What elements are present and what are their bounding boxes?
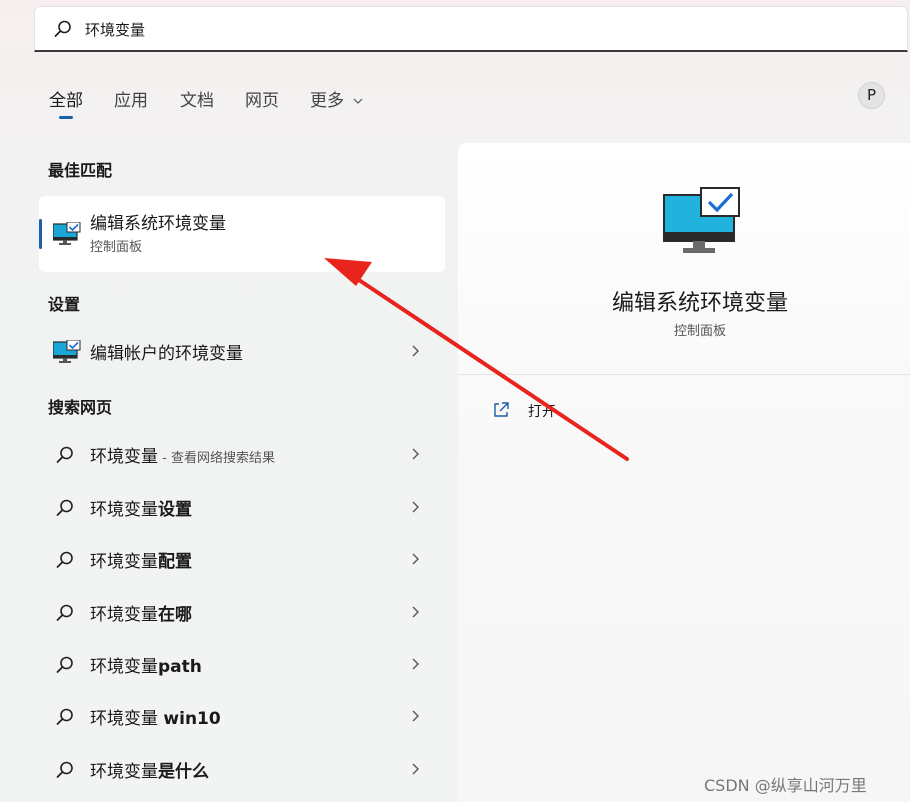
tab-documents[interactable]: 文档 (180, 86, 214, 112)
user-avatar[interactable]: P (858, 82, 885, 109)
chevron-right-icon (412, 345, 419, 357)
best-match-heading: 最佳匹配 (48, 161, 113, 180)
best-match-title: 编辑系统环境变量 (90, 214, 226, 234)
search-icon (56, 551, 73, 568)
open-action-label: 打开 (528, 404, 556, 420)
system-environment-large-icon (663, 187, 740, 253)
preview-title: 编辑系统环境变量 (611, 291, 788, 316)
selection-indicator (39, 219, 42, 249)
search-icon (56, 499, 73, 516)
tab-more[interactable]: 更多 (310, 86, 363, 112)
search-box[interactable] (34, 6, 908, 52)
web-result-bold: 是什么 (158, 762, 209, 782)
tab-all[interactable]: 全部 (49, 86, 83, 112)
preview-panel: 编辑系统环境变量 控制面板 打开 (458, 143, 910, 802)
web-result-bold: win10 (163, 709, 221, 729)
search-icon (56, 656, 73, 673)
web-result-base: 环境变量 (90, 657, 158, 677)
web-result-label: 环境变量配置 (90, 547, 192, 572)
tab-web[interactable]: 网页 (245, 86, 279, 112)
preview-subtitle: 控制面板 (673, 324, 726, 339)
web-result-hint: - 查看网络搜索结果 (158, 451, 275, 466)
chevron-right-icon (412, 710, 419, 722)
settings-item-account-env[interactable]: 编辑帐户的环境变量 (39, 328, 445, 374)
chevron-right-icon (412, 501, 419, 513)
web-result-base: 环境变量 (90, 762, 158, 782)
web-result-base: 环境变量 (90, 447, 158, 467)
tab-active-indicator (59, 116, 73, 119)
chevron-right-icon (412, 448, 419, 460)
search-icon (56, 604, 73, 621)
web-result-item[interactable]: 环境变量path (39, 641, 445, 687)
web-result-label: 环境变量在哪 (90, 600, 192, 625)
best-match-subtitle: 控制面板 (90, 240, 143, 255)
web-result-item[interactable]: 环境变量是什么 (39, 746, 445, 792)
web-result-label: 环境变量设置 (90, 495, 192, 520)
account-environment-icon (53, 340, 81, 363)
web-result-bold: 在哪 (158, 605, 192, 625)
web-result-bold: path (158, 657, 202, 677)
best-match-card[interactable]: 编辑系统环境变量 控制面板 (39, 196, 445, 272)
web-result-label: 环境变量 win10 (90, 704, 221, 729)
web-result-label: 环境变量 - 查看网络搜索结果 (90, 442, 275, 467)
search-input[interactable] (85, 15, 785, 43)
web-result-label: 环境变量path (90, 652, 202, 677)
web-result-bold: 设置 (158, 500, 192, 520)
tab-apps[interactable]: 应用 (114, 86, 148, 112)
watermark: CSDN @纵享山河万里 (704, 776, 867, 795)
search-icon (56, 761, 73, 778)
search-icon (54, 20, 71, 37)
chevron-right-icon (412, 553, 419, 565)
web-result-item[interactable]: 环境变量在哪 (39, 589, 445, 635)
chevron-down-icon (353, 98, 363, 104)
search-icon (56, 446, 73, 463)
web-result-item[interactable]: 环境变量设置 (39, 484, 445, 530)
chevron-right-icon (412, 606, 419, 618)
tab-more-label: 更多 (310, 91, 344, 111)
web-result-base: 环境变量 (90, 552, 158, 572)
settings-item-label: 编辑帐户的环境变量 (90, 344, 243, 364)
web-result-label: 环境变量是什么 (90, 757, 209, 782)
settings-heading: 设置 (48, 295, 81, 314)
web-result-item[interactable]: 环境变量配置 (39, 536, 445, 582)
web-result-base: 环境变量 (90, 709, 164, 729)
web-result-bold: 配置 (158, 552, 192, 572)
preview-divider (458, 374, 910, 375)
web-result-base: 环境变量 (90, 500, 158, 520)
web-search-heading: 搜索网页 (48, 398, 113, 417)
web-result-item[interactable]: 环境变量 - 查看网络搜索结果 (39, 431, 445, 477)
chevron-right-icon (412, 763, 419, 775)
open-external-icon (494, 402, 509, 417)
system-environment-icon (53, 222, 81, 245)
web-result-base: 环境变量 (90, 605, 158, 625)
chevron-right-icon (412, 658, 419, 670)
search-icon (56, 708, 73, 725)
web-result-item[interactable]: 环境变量 win10 (39, 693, 445, 739)
